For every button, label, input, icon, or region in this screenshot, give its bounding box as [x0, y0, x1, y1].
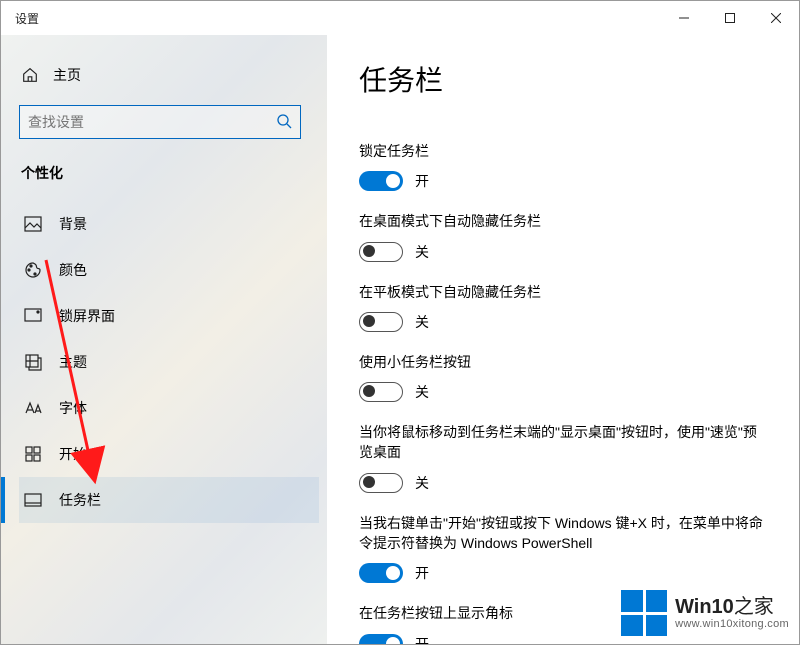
lockscreen-icon	[23, 308, 43, 324]
title-bar: 设置	[1, 1, 799, 35]
minimize-button[interactable]	[661, 1, 707, 35]
search-field[interactable]	[28, 114, 276, 130]
sidebar-item-themes[interactable]: 主题	[19, 339, 319, 385]
search-input[interactable]	[19, 105, 301, 139]
setting-peek-desktop: 当你将鼠标移动到任务栏末端的"显示桌面"按钮时，使用"速览"预览桌面 关	[359, 422, 769, 493]
sidebar-item-colors[interactable]: 颜色	[19, 247, 319, 293]
search-icon	[276, 113, 292, 132]
sidebar-item-label: 开始	[59, 444, 87, 464]
watermark-url: www.win10xitong.com	[675, 618, 789, 630]
toggle-state: 开	[415, 171, 429, 191]
toggle-switch[interactable]	[359, 473, 403, 493]
setting-powershell-replace: 当我右键单击"开始"按钮或按下 Windows 键+X 时，在菜单中将命令提示符…	[359, 513, 769, 584]
toggle-state: 关	[415, 382, 429, 402]
setting-lock-taskbar: 锁定任务栏 开	[359, 141, 769, 191]
watermark-brand: Win10之家	[675, 596, 789, 618]
themes-icon	[23, 353, 43, 371]
sidebar-item-label: 字体	[59, 398, 87, 418]
sidebar-item-label: 背景	[59, 214, 87, 234]
toggle-state: 开	[415, 634, 429, 644]
window-title: 设置	[15, 10, 39, 27]
page-title: 任务栏	[359, 59, 769, 99]
home-label: 主页	[53, 65, 81, 85]
home-icon	[21, 66, 39, 84]
setting-label: 在桌面模式下自动隐藏任务栏	[359, 211, 769, 231]
close-button[interactable]	[753, 1, 799, 35]
watermark: Win10之家 www.win10xitong.com	[621, 590, 789, 636]
font-icon	[23, 400, 43, 416]
sidebar-item-fonts[interactable]: 字体	[19, 385, 319, 431]
toggle-state: 关	[415, 242, 429, 262]
toggle-switch[interactable]	[359, 563, 403, 583]
toggle-state: 关	[415, 473, 429, 493]
setting-autohide-desktop: 在桌面模式下自动隐藏任务栏 关	[359, 211, 769, 261]
setting-label: 使用小任务栏按钮	[359, 352, 769, 372]
toggle-state: 开	[415, 563, 429, 583]
content-area: 任务栏 锁定任务栏 开 在桌面模式下自动隐藏任务栏 关 在平板模式下自动隐藏任务…	[327, 35, 799, 644]
taskbar-icon	[23, 493, 43, 507]
setting-label: 锁定任务栏	[359, 141, 769, 161]
palette-icon	[23, 261, 43, 279]
toggle-switch[interactable]	[359, 171, 403, 191]
sidebar-item-background[interactable]: 背景	[19, 201, 319, 247]
toggle-state: 关	[415, 312, 429, 332]
sidebar-item-label: 主题	[59, 352, 87, 372]
start-icon	[23, 446, 43, 462]
sidebar-item-lockscreen[interactable]: 锁屏界面	[19, 293, 319, 339]
section-heading: 个性化	[21, 163, 327, 183]
sidebar-item-start[interactable]: 开始	[19, 431, 319, 477]
setting-label: 当我右键单击"开始"按钮或按下 Windows 键+X 时，在菜单中将命令提示符…	[359, 513, 769, 554]
home-link[interactable]: 主页	[19, 59, 327, 105]
setting-label: 在平板模式下自动隐藏任务栏	[359, 282, 769, 302]
toggle-switch[interactable]	[359, 634, 403, 644]
sidebar-item-label: 颜色	[59, 260, 87, 280]
setting-autohide-tablet: 在平板模式下自动隐藏任务栏 关	[359, 282, 769, 332]
toggle-switch[interactable]	[359, 382, 403, 402]
toggle-switch[interactable]	[359, 242, 403, 262]
sidebar: 主页 个性化 背景	[1, 35, 327, 644]
setting-small-buttons: 使用小任务栏按钮 关	[359, 352, 769, 402]
sidebar-item-label: 锁屏界面	[59, 306, 115, 326]
maximize-button[interactable]	[707, 1, 753, 35]
windows-logo-icon	[621, 590, 667, 636]
sidebar-item-taskbar[interactable]: 任务栏	[19, 477, 319, 523]
sidebar-item-label: 任务栏	[59, 490, 101, 510]
toggle-switch[interactable]	[359, 312, 403, 332]
window-controls	[661, 1, 799, 35]
picture-icon	[23, 216, 43, 232]
setting-label: 当你将鼠标移动到任务栏末端的"显示桌面"按钮时，使用"速览"预览桌面	[359, 422, 769, 463]
